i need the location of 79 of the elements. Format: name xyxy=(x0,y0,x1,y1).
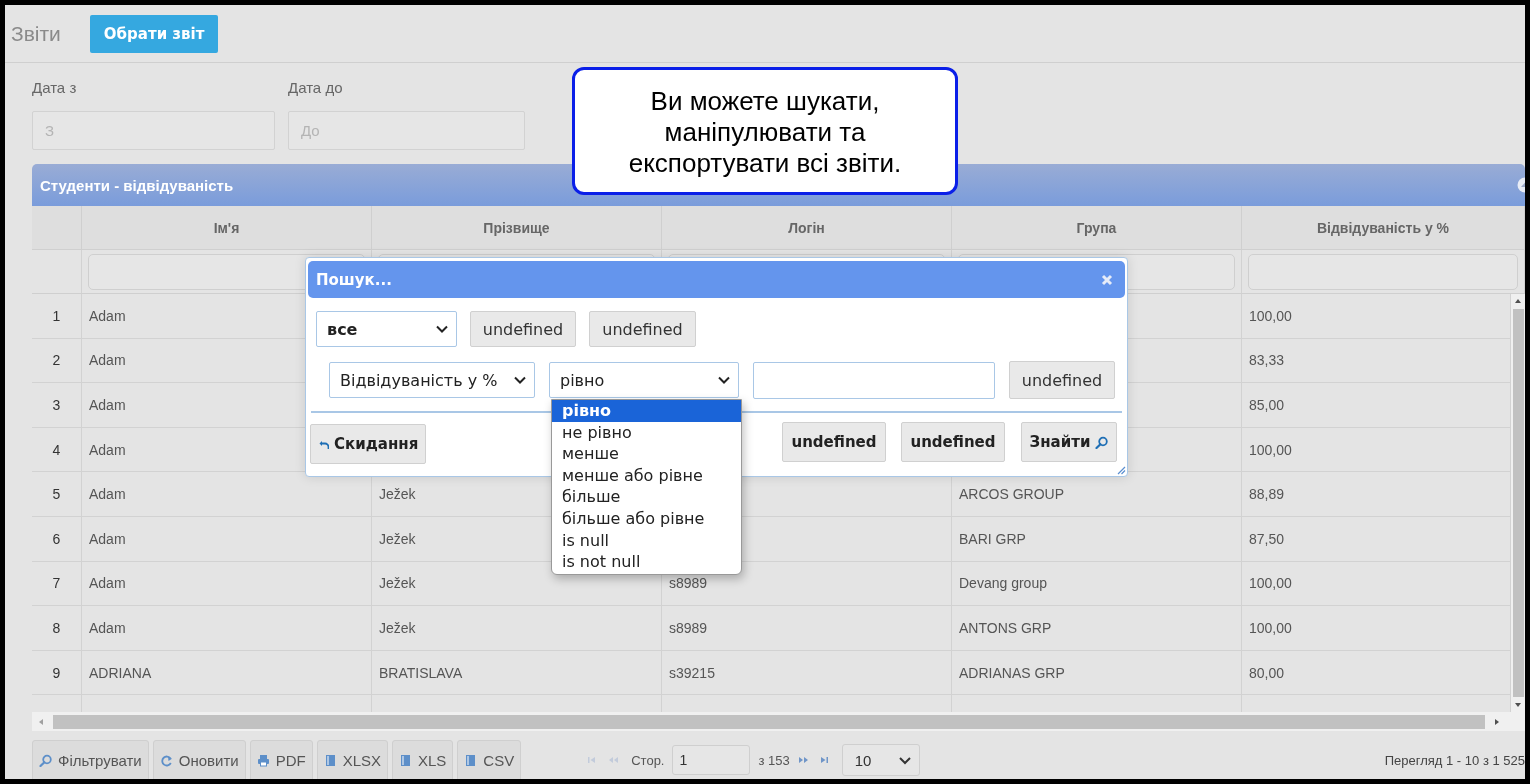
dialog-button[interactable]: undefined xyxy=(901,422,1005,462)
row-number: 1 xyxy=(32,294,82,339)
page-count: з 153 xyxy=(758,752,790,768)
dropdown-select[interactable]: рівно xyxy=(549,362,739,398)
scroll-up-icon xyxy=(1514,297,1522,305)
table-cell: ADRIANA xyxy=(82,650,372,696)
search-value-field[interactable] xyxy=(753,361,995,399)
table-cell: Devang group xyxy=(952,561,1242,607)
chevron-down-icon xyxy=(898,755,911,765)
field-label: Дата з xyxy=(32,79,78,98)
chevron-down-icon xyxy=(718,376,730,384)
row-number: 7 xyxy=(32,561,82,607)
page-title: Звіти xyxy=(11,21,61,46)
vertical-scrollbar[interactable] xyxy=(1511,294,1525,712)
header-cell xyxy=(32,206,82,250)
column-header[interactable]: Група xyxy=(952,206,1242,250)
horizontal-scrollbar[interactable] xyxy=(32,712,1525,731)
find-button[interactable]: Знайти xyxy=(1021,422,1117,462)
toolbar-button[interactable]: Фільтрувати xyxy=(32,740,149,779)
table-cell: ANTONS GRP xyxy=(952,606,1242,651)
field-label: Дата до xyxy=(288,79,344,98)
page-label: Стор. xyxy=(631,752,665,768)
toolbar-button[interactable]: PDF xyxy=(249,740,313,779)
toolbar-button[interactable]: CSV xyxy=(457,740,522,779)
resize-grip-icon xyxy=(1116,465,1126,475)
dropdown-select[interactable]: Відвідуваність у % xyxy=(329,362,535,398)
row-number: 3 xyxy=(32,383,82,428)
callout-text: Ви можете шукати, маніпулювати та експортувати всі звіти. xyxy=(572,67,958,195)
dropdown-option[interactable]: рівно xyxy=(552,400,741,422)
dropdown-option[interactable]: менше xyxy=(552,443,741,465)
table-cell: BRATISLAVA xyxy=(372,650,662,696)
chevron-down-icon xyxy=(514,376,526,384)
page-number-field[interactable]: 1 xyxy=(672,745,751,775)
toolbar-button[interactable]: XLS xyxy=(392,740,454,779)
dialog-button[interactable]: undefined xyxy=(470,311,576,347)
table-cell: s39215 xyxy=(662,650,952,696)
scroll-left-icon xyxy=(37,717,45,726)
dialog-button[interactable]: undefined xyxy=(782,422,886,462)
chevron-down-icon xyxy=(436,325,448,333)
close-icon[interactable] xyxy=(1101,273,1113,286)
row-number: 4 xyxy=(32,427,82,473)
dropdown-option[interactable]: не рівно xyxy=(552,421,741,444)
table-cell: BARI GRP xyxy=(952,516,1242,562)
search-icon xyxy=(39,753,52,767)
table-cell: s8989 xyxy=(662,606,952,651)
row-number: 9 xyxy=(32,650,82,696)
page-size-select[interactable]: 10 xyxy=(841,744,920,776)
column-header[interactable]: Відвідуваність у % xyxy=(1242,206,1525,250)
dropdown-select[interactable]: все xyxy=(316,311,457,347)
next-page-icon[interactable] xyxy=(797,755,809,765)
column-header[interactable]: Ім'я xyxy=(82,206,372,250)
dialog-title: Пошук... xyxy=(316,270,392,289)
column-header[interactable]: Логін xyxy=(662,206,952,250)
row-number: 2 xyxy=(32,338,82,384)
scroll-down-icon xyxy=(1514,701,1522,709)
dialog-button[interactable]: undefined xyxy=(1009,361,1115,399)
table-cell: Adam xyxy=(82,606,372,651)
dialog-button[interactable]: undefined xyxy=(589,311,696,347)
record-info: Перегляд 1 - 10 з 1 525 xyxy=(1384,751,1525,770)
scroll-right-icon xyxy=(1493,717,1501,726)
refresh-icon xyxy=(159,753,173,767)
table-cell: Ježek xyxy=(372,606,662,651)
book-icon xyxy=(323,753,337,767)
book-icon xyxy=(399,753,412,767)
printer-icon xyxy=(256,753,270,767)
toolbar-button[interactable]: Оновити xyxy=(152,740,246,779)
column-header[interactable]: Прізвище xyxy=(372,206,662,250)
row-number: 8 xyxy=(32,606,82,651)
book-icon xyxy=(464,753,478,767)
toolbar-button[interactable]: XLSX xyxy=(316,740,388,779)
grid-title: Студенти - відвідуваність xyxy=(40,176,234,194)
row-number: 6 xyxy=(32,516,82,562)
reset-button[interactable]: Скидання xyxy=(310,424,426,464)
table-cell: ADRIANAS GRP xyxy=(952,650,1242,696)
row-number: 5 xyxy=(32,472,82,517)
table-cell: Adam xyxy=(82,561,372,607)
table-cell: Adam xyxy=(82,516,372,562)
search-icon xyxy=(1095,435,1109,449)
last-page-icon[interactable] xyxy=(818,755,830,765)
